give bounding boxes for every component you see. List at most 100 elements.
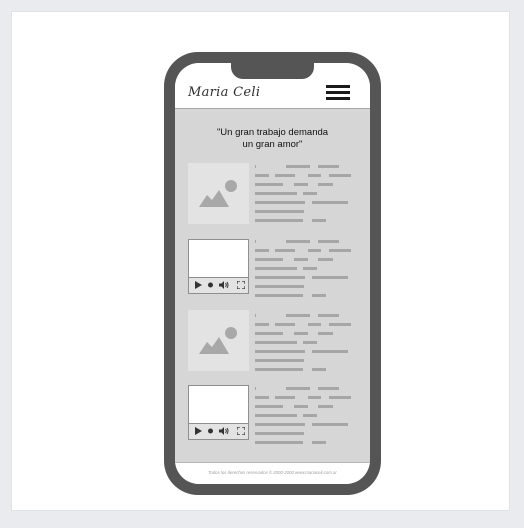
text-placeholder-line xyxy=(255,276,305,279)
text-placeholder-line xyxy=(286,387,310,390)
text-placeholder-line xyxy=(278,432,304,435)
text-placeholder-line xyxy=(255,441,303,444)
text-placeholder-line xyxy=(255,249,269,252)
text-placeholder-line xyxy=(255,240,256,243)
brand-logo[interactable]: Maria Celi xyxy=(188,85,260,100)
text-placeholder-line xyxy=(255,332,283,335)
text-placeholder-line xyxy=(255,165,256,168)
volume-icon[interactable] xyxy=(219,281,229,289)
text-placeholder-line xyxy=(286,314,310,317)
text-placeholder-line xyxy=(308,249,321,252)
text-placeholder-line xyxy=(255,423,305,426)
text-placeholder-line xyxy=(255,314,256,317)
wireframe-canvas: Maria Celi "Un gran trabajo demanda un g… xyxy=(11,11,510,511)
text-placeholder-line xyxy=(255,359,278,362)
text-placeholder-line xyxy=(278,285,304,288)
text-placeholder-line xyxy=(303,192,317,195)
text-placeholder-block xyxy=(255,386,355,448)
text-placeholder-line xyxy=(318,165,339,168)
progress-dot-icon[interactable] xyxy=(207,281,214,289)
text-placeholder-line xyxy=(286,240,310,243)
text-placeholder-line xyxy=(255,201,305,204)
text-placeholder-line xyxy=(318,258,333,261)
text-placeholder-line xyxy=(303,341,317,344)
text-placeholder-line xyxy=(255,285,278,288)
text-placeholder-line xyxy=(329,174,351,177)
text-placeholder-line xyxy=(255,414,297,417)
text-placeholder-line xyxy=(312,276,348,279)
fullscreen-icon[interactable] xyxy=(237,281,245,289)
text-placeholder-line xyxy=(308,174,321,177)
image-placeholder[interactable] xyxy=(188,310,249,371)
phone-notch xyxy=(231,63,314,79)
text-placeholder-line xyxy=(329,396,351,399)
copyright-text: Todos los derechos reservados © 2000-200… xyxy=(208,470,337,475)
text-placeholder-line xyxy=(255,267,297,270)
text-placeholder-line xyxy=(255,341,297,344)
text-placeholder-line xyxy=(308,323,321,326)
text-placeholder-line xyxy=(275,323,295,326)
text-placeholder-line xyxy=(312,219,326,222)
progress-dot-icon[interactable] xyxy=(207,427,214,435)
text-placeholder-block xyxy=(255,313,355,375)
volume-icon[interactable] xyxy=(219,427,229,435)
fullscreen-icon[interactable] xyxy=(237,427,245,435)
text-placeholder-line xyxy=(318,314,339,317)
text-placeholder-line xyxy=(255,405,283,408)
text-placeholder-line xyxy=(312,368,326,371)
text-placeholder-line xyxy=(255,210,278,213)
text-placeholder-line xyxy=(303,414,317,417)
text-placeholder-line xyxy=(255,350,305,353)
text-placeholder-line xyxy=(255,219,303,222)
image-placeholder-icon xyxy=(199,180,237,207)
phone-screen: Maria Celi "Un gran trabajo demanda un g… xyxy=(175,63,370,484)
text-placeholder-block xyxy=(255,239,355,301)
video-controls xyxy=(189,277,248,293)
tagline: "Un gran trabajo demanda un gran amor" xyxy=(175,127,370,151)
text-placeholder-line xyxy=(255,183,283,186)
play-icon[interactable] xyxy=(195,281,202,289)
text-placeholder-line xyxy=(255,432,278,435)
text-placeholder-block xyxy=(255,164,355,226)
text-placeholder-line xyxy=(294,405,308,408)
text-placeholder-line xyxy=(318,405,333,408)
text-placeholder-line xyxy=(275,396,295,399)
text-placeholder-line xyxy=(294,332,308,335)
text-placeholder-line xyxy=(303,267,317,270)
text-placeholder-line xyxy=(278,359,304,362)
tagline-line-1: "Un gran trabajo demanda xyxy=(216,127,329,138)
text-placeholder-line xyxy=(312,201,348,204)
text-placeholder-line xyxy=(255,258,283,261)
text-placeholder-line xyxy=(312,350,348,353)
video-controls xyxy=(189,423,248,439)
text-placeholder-line xyxy=(294,258,308,261)
text-placeholder-line xyxy=(278,210,304,213)
video-player[interactable] xyxy=(188,385,249,440)
text-placeholder-line xyxy=(294,183,308,186)
text-placeholder-line xyxy=(275,249,295,252)
text-placeholder-line xyxy=(255,174,269,177)
tagline-line-2: un gran amor" xyxy=(242,139,303,150)
text-placeholder-line xyxy=(312,423,348,426)
text-placeholder-line xyxy=(275,174,295,177)
text-placeholder-line xyxy=(308,396,321,399)
text-placeholder-line xyxy=(318,387,339,390)
text-placeholder-line xyxy=(255,387,256,390)
text-placeholder-line xyxy=(255,368,303,371)
play-icon[interactable] xyxy=(195,427,202,435)
phone-frame: Maria Celi "Un gran trabajo demanda un g… xyxy=(164,52,381,495)
text-placeholder-line xyxy=(318,183,333,186)
text-placeholder-line xyxy=(255,192,297,195)
image-placeholder[interactable] xyxy=(188,163,249,224)
text-placeholder-line xyxy=(318,240,339,243)
text-placeholder-line xyxy=(318,332,333,335)
video-player[interactable] xyxy=(188,239,249,294)
text-placeholder-line xyxy=(255,323,269,326)
text-placeholder-line xyxy=(255,396,269,399)
image-placeholder-icon xyxy=(199,327,237,354)
text-placeholder-line xyxy=(329,249,351,252)
text-placeholder-line xyxy=(255,294,303,297)
hamburger-menu-icon[interactable] xyxy=(326,85,350,101)
text-placeholder-line xyxy=(312,441,326,444)
text-placeholder-line xyxy=(286,165,310,168)
